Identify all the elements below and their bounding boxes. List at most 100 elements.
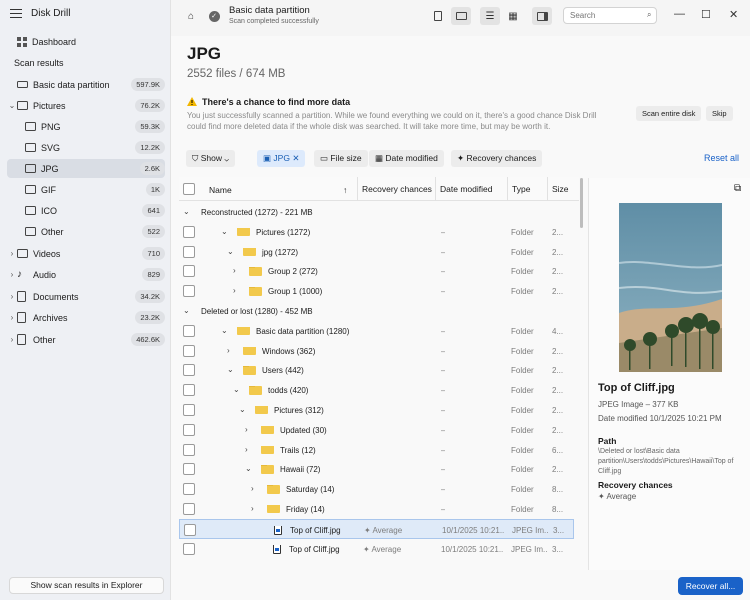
chevron-down-icon[interactable]: ⌄ — [221, 326, 228, 335]
row-checkbox[interactable] — [183, 503, 195, 515]
skip-button[interactable]: Skip — [706, 106, 733, 121]
table-row[interactable]: ⌄ Pictures (312) – Folder 2... — [179, 400, 574, 420]
table-row[interactable]: › Saturday (14) – Folder 8... — [179, 479, 574, 499]
chevron-down-icon[interactable]: ⌄ — [239, 405, 246, 414]
column-name[interactable]: Name — [209, 185, 232, 195]
group-row[interactable]: ⌄ Deleted or lost (1280) - 452 MB — [179, 301, 574, 321]
chevron-right-icon[interactable]: › — [7, 292, 17, 301]
scan-entire-disk-button[interactable]: Scan entire disk — [636, 106, 702, 121]
row-checkbox[interactable] — [183, 344, 195, 357]
minimize-icon[interactable]: — — [674, 8, 685, 20]
row-checkbox[interactable] — [183, 404, 195, 416]
column-type[interactable]: Type — [507, 177, 530, 201]
close-icon[interactable]: ✕ — [729, 8, 738, 21]
chevron-right-icon[interactable]: › — [7, 270, 17, 279]
chevron-right-icon[interactable]: › — [7, 313, 17, 322]
recover-all-button[interactable]: Recover all... — [678, 577, 743, 595]
file-view-icon[interactable] — [428, 7, 448, 25]
chevron-down-icon[interactable]: ⌄ — [183, 306, 190, 315]
row-checkbox[interactable] — [183, 483, 195, 496]
chevron-down-icon[interactable]: ⌄ — [227, 365, 234, 374]
sidebar-item-pictures[interactable]: ⌄ Pictures 76.2K — [7, 96, 165, 115]
search-input[interactable] — [563, 7, 657, 24]
grid-view-icon[interactable]: ▦ — [503, 7, 523, 25]
table-row[interactable]: ⌄ Basic data partition (1280) – Folder 4... — [179, 321, 574, 341]
chevron-right-icon[interactable]: › — [227, 346, 230, 355]
row-checkbox[interactable] — [183, 423, 195, 436]
sidebar-item-pictures-other[interactable]: Other 522 — [7, 222, 165, 241]
chevron-down-icon[interactable]: ⌄ — [245, 464, 252, 473]
table-row[interactable]: ⌄ Pictures (1272) – Folder 2... — [179, 222, 574, 242]
row-checkbox[interactable] — [183, 245, 195, 258]
table-row[interactable]: ⌄ todds (420) – Folder 2... — [179, 380, 574, 400]
row-checkbox[interactable] — [183, 384, 195, 397]
sidebar-item-videos[interactable]: › Videos 710 — [7, 244, 165, 263]
list-view-icon[interactable]: ☰ — [480, 7, 500, 25]
row-checkbox[interactable] — [184, 523, 196, 536]
table-row[interactable]: › Updated (30) – Folder 2... — [179, 420, 574, 440]
chevron-right-icon[interactable]: › — [251, 484, 254, 493]
row-checkbox[interactable] — [183, 364, 195, 377]
folder-view-icon[interactable] — [451, 7, 471, 25]
close-icon[interactable]: ✕ — [292, 153, 299, 163]
chevron-down-icon[interactable]: ⌄ — [7, 101, 17, 110]
table-row[interactable]: Top of Cliff.jpg ✦ Average 10/1/2025 10:21… — [179, 518, 574, 539]
row-checkbox[interactable] — [183, 324, 195, 337]
table-row[interactable]: ⌄ Hawaii (72) – Folder 2... — [179, 459, 574, 479]
show-filter[interactable]: ⛉ Show ⌄ — [186, 150, 235, 167]
scrollbar[interactable] — [580, 178, 583, 228]
row-checkbox[interactable] — [183, 463, 195, 476]
table-row[interactable]: › Friday (14) – Folder 8... — [179, 499, 574, 519]
table-row[interactable]: › Windows (362) – Folder 2... — [179, 341, 574, 361]
file-size-filter[interactable]: ▭ File size — [314, 150, 368, 167]
table-row[interactable]: ⌄ jpg (1272) – Folder 2... — [179, 242, 574, 262]
column-date[interactable]: Date modified — [435, 177, 492, 201]
sidebar-item-ico[interactable]: ICO 641 — [7, 201, 165, 220]
column-recovery[interactable]: Recovery chances — [357, 177, 432, 201]
group-row[interactable]: ⌄ Reconstructed (1272) - 221 MB — [179, 202, 574, 222]
jpg-filter[interactable]: ▣ JPG ✕ — [257, 150, 306, 167]
chevron-right-icon[interactable]: › — [7, 335, 17, 344]
chevron-right-icon[interactable]: › — [251, 504, 254, 513]
column-size[interactable]: Size — [547, 177, 569, 201]
sidebar-item-partition[interactable]: Basic data partition 597.9K — [7, 75, 165, 94]
row-checkbox[interactable] — [183, 285, 195, 298]
row-checkbox[interactable] — [183, 443, 195, 456]
chevron-down-icon[interactable]: ⌄ — [227, 247, 234, 256]
table-row[interactable]: › Trails (12) – Folder 6... — [179, 440, 574, 460]
sidebar-item-dashboard[interactable]: Dashboard — [7, 32, 165, 51]
select-all-checkbox[interactable] — [183, 183, 195, 195]
menu-icon[interactable] — [10, 9, 22, 18]
table-row[interactable]: ⌄ Users (442) – Folder 2... — [179, 360, 574, 380]
preview-pane-icon[interactable] — [532, 7, 552, 25]
sidebar-item-gif[interactable]: GIF 1K — [7, 180, 165, 199]
table-row[interactable]: Top of Cliff.jpg ✦ Average 10/1/2025 10:21… — [179, 539, 574, 559]
chevron-right-icon[interactable]: › — [245, 445, 248, 454]
chevron-down-icon[interactable]: ⌄ — [183, 207, 190, 216]
chevron-down-icon[interactable]: ⌄ — [221, 227, 228, 236]
chevron-down-icon[interactable]: ⌄ — [233, 385, 240, 394]
sidebar-item-png[interactable]: PNG 59.3K — [7, 117, 165, 136]
date-modified-filter[interactable]: ▦ Date modified — [369, 150, 444, 167]
sidebar-item-svg[interactable]: SVG 12.2K — [7, 138, 165, 157]
table-row[interactable]: › Group 2 (272) – Folder 2... — [179, 261, 574, 281]
row-checkbox[interactable] — [183, 225, 195, 238]
show-in-explorer-button[interactable]: Show scan results in Explorer — [9, 577, 164, 594]
chevron-right-icon[interactable]: › — [233, 266, 236, 275]
chevron-right-icon[interactable]: › — [7, 249, 17, 258]
open-external-icon[interactable]: ⧉ — [734, 183, 741, 194]
maximize-icon[interactable]: ☐ — [701, 8, 711, 21]
table-row[interactable]: › Group 1 (1000) – Folder 2... — [179, 281, 574, 301]
recovery-chances-filter[interactable]: ✦ Recovery chances — [451, 150, 543, 167]
sidebar-item-other[interactable]: › Other 462.6K — [7, 330, 165, 349]
chevron-right-icon[interactable]: › — [245, 425, 248, 434]
row-checkbox[interactable] — [183, 542, 195, 555]
sort-up-icon[interactable]: ↑ — [343, 185, 347, 195]
home-icon[interactable]: ⌂ — [181, 7, 201, 25]
row-checkbox[interactable] — [183, 265, 195, 278]
sidebar-item-documents[interactable]: › Documents 34.2K — [7, 287, 165, 306]
sidebar-item-archives[interactable]: › Archives 23.2K — [7, 308, 165, 327]
chevron-right-icon[interactable]: › — [233, 286, 236, 295]
sidebar-item-audio[interactable]: › ♪ Audio 829 — [7, 265, 165, 284]
sidebar-item-jpg[interactable]: JPG 2.6K — [7, 159, 165, 178]
